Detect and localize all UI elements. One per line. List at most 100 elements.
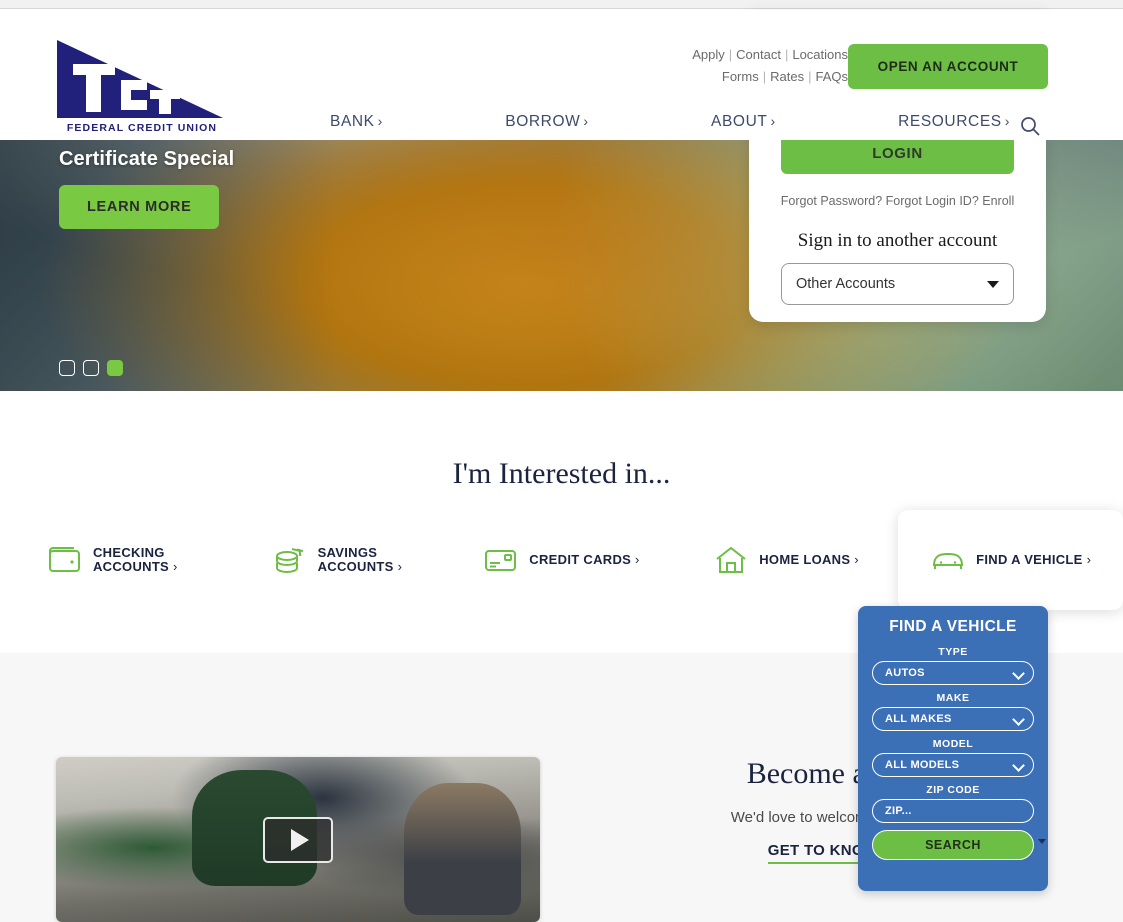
site-logo[interactable]: FEDERAL CREDIT UNION bbox=[55, 38, 225, 138]
vehicle-make-value: ALL MAKES bbox=[885, 713, 952, 725]
open-an-account-button[interactable]: OPEN AN ACCOUNT bbox=[848, 44, 1048, 89]
vehicle-model-label: MODEL bbox=[932, 738, 974, 750]
member-video-thumbnail[interactable] bbox=[56, 757, 540, 922]
interested-heading: I'm Interested in... bbox=[452, 457, 671, 490]
find-a-vehicle-panel: FIND A VEHICLE TYPE AUTOS MAKE ALL MAKES… bbox=[858, 606, 1048, 891]
tile-savings-accounts[interactable]: SAVINGS ACCOUNTS › bbox=[225, 510, 450, 610]
vehicle-zip-input-wrapper[interactable]: ZIP... bbox=[872, 799, 1034, 823]
utility-link-contact[interactable]: Contact bbox=[736, 47, 781, 62]
tile-savings-accounts-label: SAVINGS ACCOUNTS › bbox=[318, 546, 403, 574]
play-triangle bbox=[291, 828, 309, 851]
utility-link-locations[interactable]: Locations bbox=[792, 47, 848, 62]
carousel-dot-3[interactable] bbox=[107, 360, 123, 376]
nav-item-resources[interactable]: RESOURCES › bbox=[898, 113, 1010, 131]
browser-chrome-strip bbox=[0, 0, 1123, 9]
vehicle-type-select[interactable]: AUTOS bbox=[872, 661, 1034, 685]
chevron-down-icon bbox=[1012, 759, 1025, 772]
nav-item-borrow-label: BORROW bbox=[505, 113, 581, 130]
chevron-right-icon: › bbox=[377, 113, 383, 129]
utility-link-forms[interactable]: Forms bbox=[722, 69, 759, 84]
carousel-dot-1[interactable] bbox=[59, 360, 75, 376]
forgot-password-link[interactable]: Forgot Password? bbox=[781, 194, 882, 208]
tile-label-line1: SAVINGS bbox=[317, 545, 378, 560]
chevron-right-icon: › bbox=[635, 552, 640, 567]
nav-item-resources-label: RESOURCES bbox=[898, 113, 1002, 130]
logo-triangle-icon bbox=[57, 40, 223, 118]
carousel-dots bbox=[59, 360, 123, 376]
nav-item-bank-label: BANK bbox=[330, 113, 375, 130]
tile-credit-cards[interactable]: CREDIT CARDS › bbox=[449, 510, 674, 610]
nav-item-about-label: ABOUT bbox=[711, 113, 768, 130]
utility-link-apply[interactable]: Apply bbox=[692, 47, 725, 62]
find-a-vehicle-panel-title: FIND A VEHICLE bbox=[889, 618, 1017, 635]
login-helper-links: Forgot Password? Forgot Login ID? Enroll bbox=[749, 194, 1046, 208]
logo-subtitle: FEDERAL CREDIT UNION bbox=[66, 122, 218, 134]
vehicle-zip-label: ZIP CODE bbox=[926, 784, 980, 796]
tile-label-line2: ACCOUNTS bbox=[317, 559, 394, 574]
other-accounts-select-value: Other Accounts bbox=[796, 276, 896, 292]
carousel-dot-2[interactable] bbox=[83, 360, 99, 376]
search-icon[interactable] bbox=[1018, 114, 1042, 138]
tile-label-line1: HOME LOANS bbox=[759, 552, 851, 567]
tile-find-a-vehicle-label: FIND A VEHICLE › bbox=[976, 553, 1091, 567]
sign-in-another-account-heading: Sign in to another account bbox=[797, 230, 998, 251]
hero-slide-content: Certificate Special LEARN MORE bbox=[59, 148, 234, 229]
nav-item-about[interactable]: ABOUT › bbox=[711, 113, 776, 131]
tile-label-line1: FIND A VEHICLE bbox=[976, 552, 1083, 567]
vehicle-search-button[interactable]: SEARCH bbox=[872, 830, 1034, 860]
chevron-down-icon bbox=[1012, 667, 1025, 680]
utility-separator: | bbox=[784, 47, 789, 62]
vehicle-type-label: TYPE bbox=[938, 646, 968, 658]
chevron-right-icon: › bbox=[172, 559, 178, 574]
tile-find-a-vehicle[interactable]: FIND A VEHICLE › bbox=[898, 510, 1123, 610]
utility-separator: | bbox=[762, 69, 767, 84]
chevron-right-icon: › bbox=[1004, 113, 1010, 129]
house-icon bbox=[716, 546, 746, 573]
tile-label-line1: CHECKING bbox=[92, 545, 165, 560]
chevron-right-icon: › bbox=[583, 113, 589, 129]
tile-checking-accounts-label: CHECKING ACCOUNTS › bbox=[93, 546, 178, 574]
play-icon[interactable] bbox=[263, 816, 333, 863]
credit-card-icon bbox=[485, 550, 517, 571]
utility-links-row-2: Forms | Rates | FAQs bbox=[588, 66, 848, 88]
vehicle-type-value: AUTOS bbox=[885, 667, 925, 679]
vehicle-make-select[interactable]: ALL MAKES bbox=[872, 707, 1034, 731]
wallet-icon bbox=[48, 547, 80, 572]
enroll-link[interactable]: Enroll bbox=[982, 194, 1014, 208]
utility-separator: | bbox=[808, 69, 812, 84]
chevron-down-icon bbox=[987, 280, 999, 288]
chevron-right-icon: › bbox=[854, 552, 859, 567]
utility-links: Apply | Contact | Locations Forms | Rates | FAQs bbox=[588, 44, 848, 88]
tile-home-loans[interactable]: HOME LOANS › bbox=[674, 510, 899, 610]
tile-credit-cards-label: CREDIT CARDS › bbox=[529, 553, 639, 567]
chevron-down-icon bbox=[1012, 713, 1025, 726]
chevron-down-icon bbox=[1038, 839, 1046, 844]
utility-link-rates[interactable]: Rates bbox=[770, 69, 804, 84]
car-icon bbox=[933, 552, 964, 569]
chevron-right-icon: › bbox=[397, 559, 403, 574]
nav-item-bank[interactable]: BANK › bbox=[330, 113, 383, 131]
nav-item-borrow[interactable]: BORROW › bbox=[505, 113, 588, 131]
vehicle-model-value: ALL MODELS bbox=[885, 759, 960, 771]
utility-link-faqs[interactable]: FAQs bbox=[815, 69, 848, 84]
vehicle-zip-placeholder: ZIP... bbox=[885, 805, 912, 817]
vehicle-make-label: MAKE bbox=[936, 692, 970, 704]
main-navigation: BANK › BORROW › ABOUT › RESOURCES › bbox=[330, 113, 1010, 131]
vehicle-model-select[interactable]: ALL MODELS bbox=[872, 753, 1034, 777]
chevron-right-icon: › bbox=[770, 113, 776, 129]
tile-home-loans-label: HOME LOANS › bbox=[759, 553, 859, 567]
utility-links-row-1: Apply | Contact | Locations bbox=[588, 44, 848, 66]
other-accounts-select[interactable]: Other Accounts bbox=[781, 263, 1014, 305]
site-header: FEDERAL CREDIT UNION Apply | Contact | Locat… bbox=[0, 10, 1123, 140]
coins-icon bbox=[275, 548, 303, 574]
vehicle-search-wrapper: SEARCH bbox=[872, 830, 1046, 860]
forgot-login-id-link[interactable]: Forgot Login ID? bbox=[886, 194, 979, 208]
hero-learn-more-button[interactable]: LEARN MORE bbox=[59, 185, 220, 229]
tile-checking-accounts[interactable]: CHECKING ACCOUNTS › bbox=[0, 510, 225, 610]
chevron-right-icon: › bbox=[1086, 552, 1092, 567]
utility-separator: | bbox=[728, 47, 733, 62]
interested-tiles: CHECKING ACCOUNTS › SAVINGS ACCOUNTS › C… bbox=[0, 510, 1123, 610]
tile-label-line2: ACCOUNTS bbox=[92, 559, 170, 574]
tile-label-line1: CREDIT CARDS bbox=[529, 552, 632, 567]
hero-slide-title: Certificate Special bbox=[59, 148, 235, 170]
